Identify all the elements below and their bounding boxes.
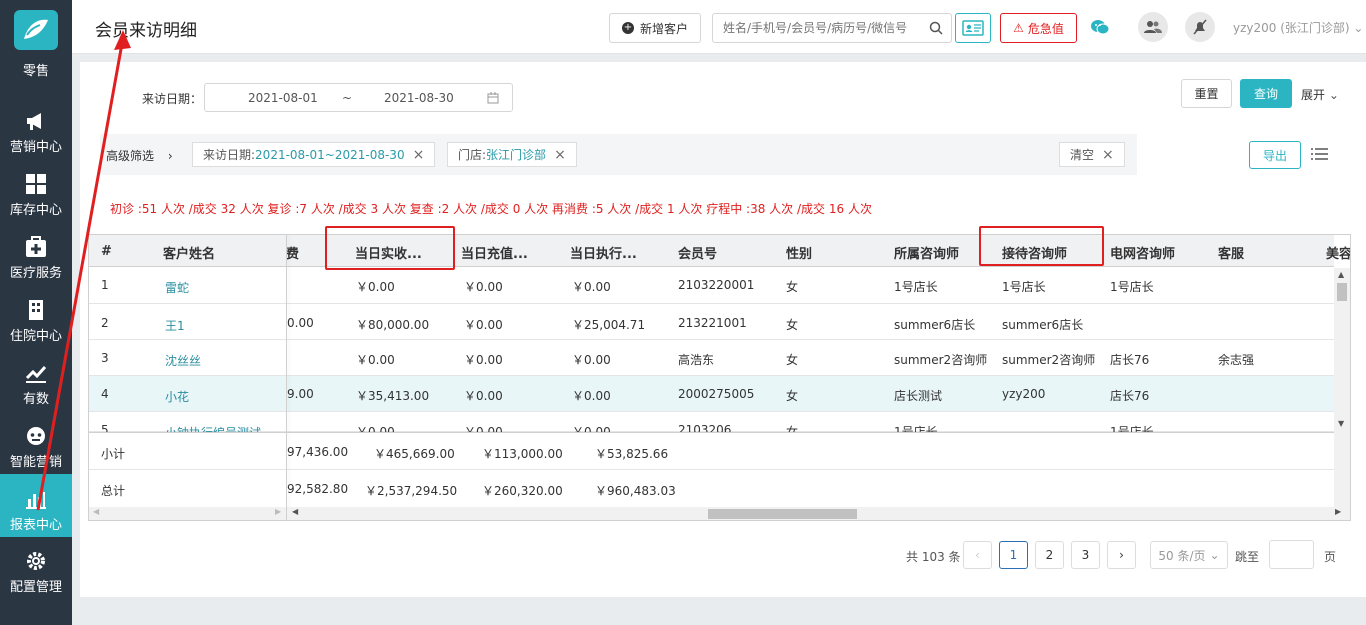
annotation-arrow [36,30,131,511]
